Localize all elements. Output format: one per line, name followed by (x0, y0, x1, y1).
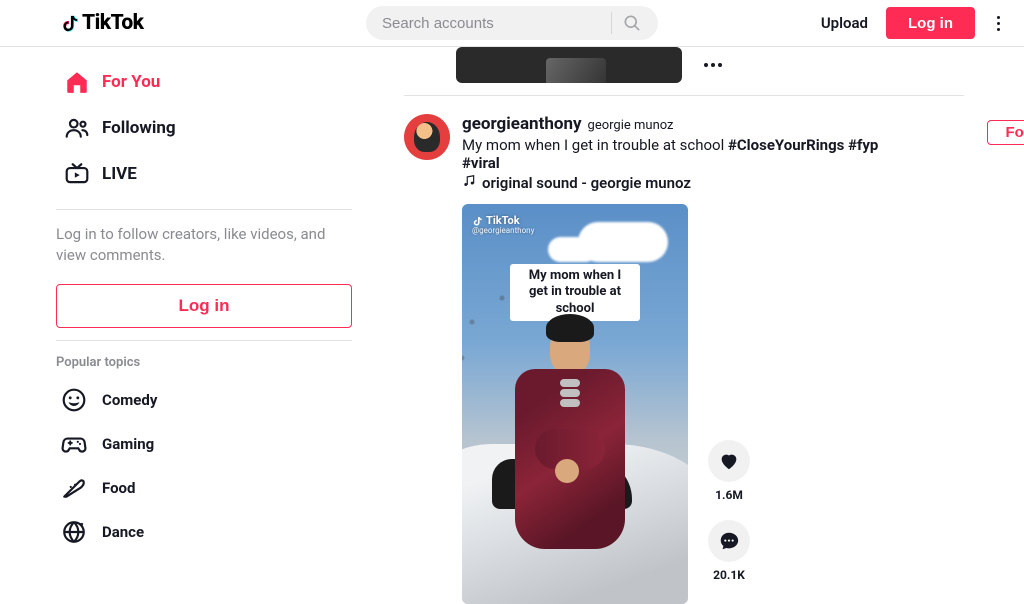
comment-count: 20.1K (713, 568, 745, 582)
author-displayname: georgie munoz (588, 118, 674, 133)
gaming-icon (60, 430, 88, 458)
nav-label: LIVE (102, 164, 137, 184)
search-icon[interactable] (622, 13, 642, 33)
login-hint: Log in to follow creators, like videos, … (56, 224, 352, 266)
feed: georgieanthony georgie munoz My mom when… (356, 47, 1024, 604)
music-note-icon (462, 174, 476, 192)
comedy-icon (60, 386, 88, 414)
nav-live[interactable]: LIVE (56, 151, 348, 197)
divider (404, 95, 964, 96)
like-button[interactable] (708, 440, 750, 482)
nav-following[interactable]: Following (56, 105, 348, 151)
header-actions: Upload Log in (821, 7, 1004, 39)
video-watermark: TikTok @georgieanthony (472, 214, 534, 235)
search-input[interactable] (382, 15, 605, 32)
login-button-header[interactable]: Log in (886, 7, 975, 39)
caption-text: My mom when I get in trouble at school (462, 136, 728, 154)
live-icon (64, 161, 90, 187)
logo[interactable]: TikTok (60, 11, 144, 35)
topic-comedy[interactable]: Comedy (56, 378, 348, 422)
topic-label: Comedy (102, 391, 157, 409)
people-icon (64, 115, 90, 141)
login-button-sidebar[interactable]: Log in (56, 284, 352, 328)
logo-text: TikTok (82, 11, 144, 35)
nav-for-you[interactable]: For You (56, 59, 348, 105)
topic-dance[interactable]: Dance (56, 510, 348, 554)
topic-label: Dance (102, 523, 144, 541)
header: TikTok Upload Log in (0, 0, 1024, 47)
author-row[interactable]: georgieanthony georgie munoz (462, 114, 984, 134)
divider (56, 209, 352, 210)
food-icon (60, 474, 88, 502)
divider (56, 340, 352, 341)
previous-video-thumbnail[interactable] (456, 47, 682, 83)
video-player[interactable]: TikTok @georgieanthony My mom when I get… (462, 204, 688, 604)
sound-row[interactable]: original sound - georgie munoz (462, 174, 984, 192)
more-icon[interactable] (704, 63, 984, 67)
nav-label: Following (102, 118, 176, 138)
upload-link[interactable]: Upload (821, 14, 868, 32)
topic-gaming[interactable]: Gaming (56, 422, 348, 466)
home-icon (64, 69, 90, 95)
like-count: 1.6M (715, 488, 743, 502)
sidebar: For You Following LIVE Log in to follow … (0, 47, 356, 604)
caption: My mom when I get in trouble at school #… (462, 136, 882, 172)
sound-name: original sound - georgie munoz (482, 174, 691, 192)
author-username: georgieanthony (462, 114, 582, 134)
follow-button[interactable]: Follow (987, 120, 1024, 145)
search-bar[interactable] (366, 6, 658, 40)
topic-food[interactable]: Food (56, 466, 348, 510)
topic-label: Gaming (102, 435, 154, 453)
action-bar: 1.6M 20.1K (708, 440, 750, 604)
topics-heading: Popular topics (56, 355, 348, 370)
avatar[interactable] (404, 114, 450, 160)
dance-icon (60, 518, 88, 546)
comment-button[interactable] (708, 520, 750, 562)
post: georgieanthony georgie munoz My mom when… (404, 114, 984, 604)
search-divider (611, 12, 612, 34)
nav-label: For You (102, 72, 160, 92)
more-menu-icon[interactable] (993, 12, 1004, 35)
tiktok-note-icon (60, 12, 80, 34)
topic-label: Food (102, 479, 135, 497)
